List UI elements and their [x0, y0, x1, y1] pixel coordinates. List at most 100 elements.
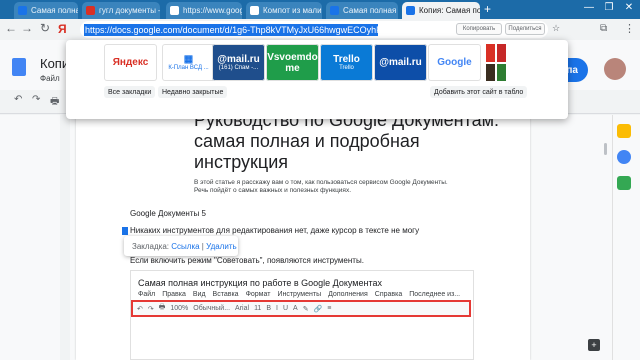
- tab-title: Самая полная инст: [343, 6, 398, 15]
- tab-favicon-icon: [86, 6, 95, 15]
- speed-dial-tile-7[interactable]: Google: [428, 44, 481, 81]
- inner-toolbar-item: 🖶: [158, 304, 166, 311]
- inner-menu-item: Справка: [374, 291, 403, 298]
- tile-title: @mail.ru: [379, 57, 422, 68]
- share-url-button[interactable]: Поделиться: [505, 23, 545, 35]
- tile-caption: Trello: [339, 65, 354, 71]
- yandex-icon[interactable]: Я: [58, 22, 67, 36]
- tab-5[interactable]: Самая полная инст×: [326, 2, 398, 19]
- tile-title: Vsvoemdo me: [267, 51, 318, 74]
- bookmark-label: Закладка:: [132, 241, 170, 251]
- extensions-icon[interactable]: ⧉: [600, 23, 607, 34]
- contacts-icon[interactable]: [617, 176, 631, 190]
- new-tab-button[interactable]: +: [484, 2, 491, 16]
- undo-icon[interactable]: ↶: [14, 94, 22, 105]
- reload-icon[interactable]: ↻: [38, 21, 52, 35]
- bookmark-icon[interactable]: [122, 227, 128, 235]
- vertical-ruler: [60, 115, 70, 360]
- tile-title: Trello: [333, 54, 360, 65]
- speed-dial-tile-6[interactable]: @mail.ru: [374, 44, 427, 81]
- tab-favicon-icon: [170, 6, 179, 15]
- inner-doc-title: Самая полная инструкция по работе в Goog…: [138, 278, 382, 288]
- inner-toolbar: ↶ ↷ 🖶 100% Обычный... Arial 11 B I U A ✎ 🔗 ≡: [131, 300, 471, 317]
- tab-favicon-icon: [330, 6, 339, 15]
- menu-icon[interactable]: ⋮: [624, 22, 635, 35]
- doc-section-title: Google Документы 5: [130, 209, 206, 218]
- inner-menu-item: Вид: [192, 291, 206, 298]
- avatar[interactable]: [604, 58, 626, 80]
- inner-toolbar-item: U: [282, 305, 289, 312]
- docs-logo-icon[interactable]: [12, 58, 26, 76]
- minimize-button[interactable]: —: [580, 2, 598, 13]
- mini-tile-icon[interactable]: [497, 63, 506, 81]
- inner-toolbar-item: Arial: [235, 305, 250, 312]
- inner-menu-item: Последнее из...: [409, 291, 461, 298]
- inner-toolbar-item: B: [266, 305, 272, 312]
- tab-1[interactable]: Самая полная инст×: [14, 2, 78, 19]
- tab-favicon-icon: [250, 6, 259, 15]
- add-site-button[interactable]: Добавить этот сайт в табло: [430, 86, 528, 98]
- inner-toolbar-item: A: [293, 305, 298, 312]
- mini-tile-icon[interactable]: [486, 63, 495, 81]
- tile-caption: (161) Спам -...: [218, 65, 259, 71]
- all-bookmarks-button[interactable]: Все закладки: [104, 86, 156, 98]
- tab-favicon-icon: [18, 6, 27, 15]
- doc-line-2: Если включить режим "Советовать", появля…: [130, 256, 364, 265]
- doc-heading-line-3: инструкция: [194, 152, 289, 172]
- bookmark-link[interactable]: Ссылка: [171, 242, 199, 251]
- bookmark-popup: Закладка: Ссылка | Удалить: [124, 236, 238, 256]
- print-icon[interactable]: 🖶: [50, 94, 59, 111]
- tile-title: Google: [437, 57, 472, 68]
- doc-intro-line-2: Речь пойдёт о самых важных и полезных фу…: [194, 187, 352, 194]
- inner-toolbar-item: 100%: [170, 305, 189, 312]
- inner-toolbar-item: ✎: [302, 305, 309, 313]
- inner-toolbar-item: ↶: [137, 305, 143, 313]
- url-text[interactable]: https://docs.google.com/document/d/1g6-T…: [84, 23, 378, 36]
- close-window-button[interactable]: ✕: [620, 2, 638, 13]
- doc-heading-line-2: самая полная и подробная: [194, 131, 420, 151]
- inner-toolbar-item: 11: [254, 305, 262, 312]
- bookmark-star-icon[interactable]: ☆: [552, 23, 560, 34]
- maximize-button[interactable]: ❐: [600, 2, 618, 13]
- recently-closed-button[interactable]: Недавно закрытые: [158, 86, 228, 98]
- tab-4[interactable]: Компот из малины×: [246, 2, 322, 19]
- bookmark-remove[interactable]: Удалить: [206, 242, 237, 251]
- scrollbar[interactable]: [604, 143, 607, 155]
- tab-6[interactable]: Копия: Самая пол×: [402, 2, 480, 19]
- keep-icon[interactable]: [617, 124, 631, 138]
- doc-line-1: Никаких инструментов для редактирования …: [130, 226, 420, 235]
- speed-dial-tile-2[interactable]: ▦ К-План ВСД ...: [162, 44, 215, 81]
- inner-toolbar-item: ≡: [327, 305, 332, 312]
- redo-icon[interactable]: ↷: [32, 94, 40, 105]
- tile-title: Яндекс: [112, 57, 149, 68]
- speed-dial-tile-1[interactable]: Яндекс: [104, 44, 157, 81]
- inner-menu-item: Файл: [138, 291, 156, 298]
- copy-url-button[interactable]: Копировать: [456, 23, 502, 35]
- speed-dial-tile-5[interactable]: Trello Trello: [320, 44, 373, 81]
- explore-icon[interactable]: +: [588, 339, 600, 351]
- back-icon[interactable]: ←: [4, 21, 18, 35]
- inner-toolbar-item: ↷: [147, 305, 154, 313]
- tab-title: гугл документы —: [99, 6, 160, 15]
- tab-favicon-icon: [406, 6, 415, 15]
- tab-2[interactable]: гугл документы —×: [82, 2, 160, 19]
- inner-menu-item: Вставка: [212, 291, 239, 298]
- mini-tile-icon[interactable]: [486, 44, 495, 62]
- forward-icon[interactable]: →: [20, 21, 34, 35]
- tasks-icon[interactable]: [617, 150, 631, 164]
- tab-title: Компот из малины: [263, 6, 322, 15]
- tab-title: Копия: Самая пол: [419, 6, 480, 15]
- speed-dial-tile-3[interactable]: @mail.ru (161) Спам -...: [212, 44, 265, 81]
- inner-toolbar-item: 🔗: [313, 305, 323, 313]
- tab-title: https://www.google: [183, 6, 242, 15]
- mini-tile-icon[interactable]: [497, 44, 506, 62]
- inner-menu-item: Дополнения: [328, 291, 368, 298]
- tab-title: Самая полная инст: [31, 6, 78, 15]
- speed-dial-tile-4[interactable]: Vsvoemdo me: [266, 44, 319, 81]
- tab-3[interactable]: https://www.google×: [166, 2, 242, 19]
- menu-file[interactable]: Файл: [40, 74, 60, 83]
- inner-toolbar-item: Обычный...: [193, 305, 231, 312]
- tile-title: @mail.ru: [217, 54, 260, 65]
- mini-tiles[interactable]: [486, 44, 506, 81]
- tile-title: ▦: [183, 54, 194, 65]
